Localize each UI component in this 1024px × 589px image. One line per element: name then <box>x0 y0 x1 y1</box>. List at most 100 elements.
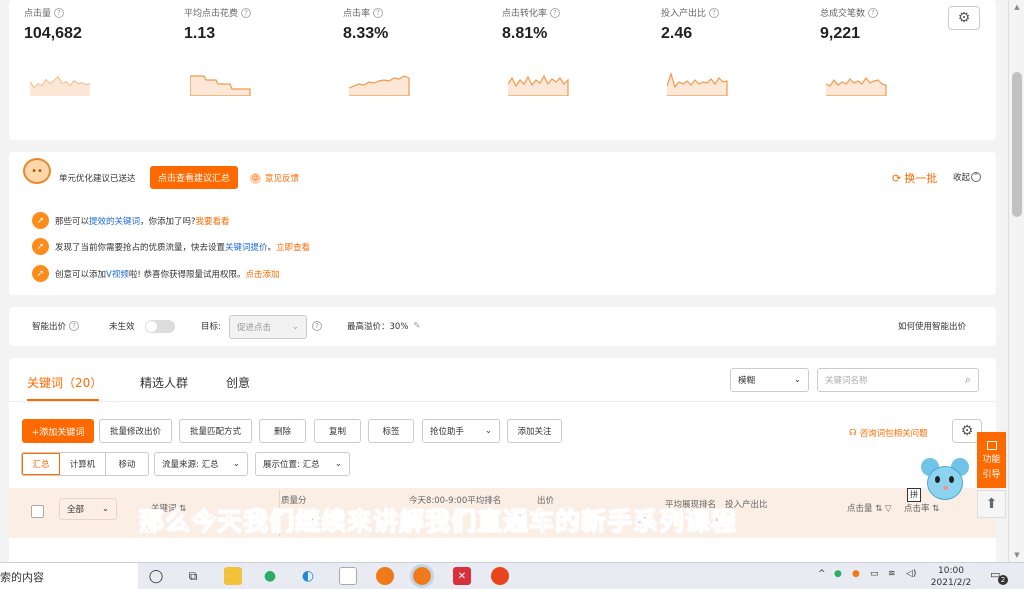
chevron-down-icon: ⌄ <box>334 459 342 469</box>
metric-roi[interactable]: 投入产出比? 2.46 <box>661 6 728 96</box>
help-icon[interactable]: ? <box>241 7 252 18</box>
batch-bid-button[interactable]: 批量修改出价 <box>99 419 172 443</box>
tip-item: ➚ 发现了当前你需要抢占的优质流量，快去设置关键词提价。立即查看 <box>32 238 310 255</box>
file-explorer-icon[interactable] <box>224 567 242 585</box>
collapse-button[interactable]: 收起 ^ <box>953 171 982 183</box>
metric-ctr[interactable]: 点击率? 8.33% <box>343 6 410 96</box>
app-orange-icon[interactable] <box>376 567 394 585</box>
faq-link[interactable]: ☊ 咨询词包相关问题 <box>849 427 928 439</box>
tray-app-icon[interactable]: ● <box>834 569 842 579</box>
add-keyword-button[interactable]: +添加关键词 <box>22 419 94 443</box>
volume-icon[interactable]: ◁) <box>906 569 916 579</box>
target-label: 目标: <box>201 322 221 332</box>
feedback-link[interactable]: ☺ 意见反馈 <box>250 172 299 184</box>
follow-button[interactable]: 添加关注 <box>507 419 562 443</box>
tip-action-link[interactable]: 立即查看 <box>276 243 310 253</box>
device-tab-pc[interactable]: 计算机 <box>60 453 106 475</box>
chevron-down-icon: ⌄ <box>232 459 240 469</box>
help-icon[interactable]: ? <box>868 7 879 18</box>
clock[interactable]: 10:00 2021/2/2 <box>930 565 972 589</box>
smart-bid-toggle[interactable] <box>145 320 175 333</box>
tip-text: 。 <box>267 242 277 253</box>
traffic-source-value: 流量来源: 汇总 <box>162 460 219 470</box>
scroll-down-arrow[interactable]: ▼ <box>1009 548 1024 562</box>
tip-action-link[interactable]: 点击添加 <box>245 270 279 280</box>
vertical-scrollbar[interactable]: ▲ ▼ <box>1008 0 1024 562</box>
document-icon[interactable] <box>339 567 357 585</box>
help-icon[interactable]: ? <box>69 321 80 331</box>
help-icon[interactable]: ? <box>312 321 322 331</box>
view-suggestions-button[interactable]: 点击查看建议汇总 <box>150 166 238 189</box>
notification-button[interactable]: ▭ 2 <box>990 568 1008 585</box>
filter-all-select[interactable]: 全部 ⌄ <box>59 498 117 520</box>
scrollbar-thumb[interactable] <box>1012 72 1022 217</box>
metric-label: 平均点击花费 <box>184 9 239 19</box>
metric-clicks[interactable]: 点击量? 104,682 <box>24 6 91 96</box>
tip-action-link[interactable]: 我要看看 <box>196 217 230 227</box>
keyword-search-input[interactable]: 关键词名称 ⌕ <box>817 368 979 392</box>
edit-pencil-icon[interactable]: ✎ <box>413 321 420 331</box>
cortana-icon[interactable]: ◯ <box>147 567 165 585</box>
rank-assistant-dropdown[interactable]: 抢位助手 ⌄ <box>422 419 500 443</box>
wechat-icon[interactable]: ● <box>261 567 279 585</box>
faq-label: 咨询词包相关问题 <box>859 429 928 439</box>
smart-bid-label: 智能出价? <box>32 320 80 332</box>
display-position-select[interactable]: 展示位置: 汇总 ⌄ <box>255 452 350 476</box>
notification-count: 2 <box>998 575 1008 585</box>
tip-highlight-link[interactable]: 关键词提价 <box>225 243 268 253</box>
windows-taskbar: 索的内容 ◯ ⧉ ● ◐ ✕ ^ ● ● ▭ ≋ ◁) 10:00 2021/2… <box>0 562 1024 589</box>
back-to-top-button[interactable]: ⬆ <box>977 490 1006 518</box>
refresh-batch-button[interactable]: ⟳ 换一批 <box>892 170 937 186</box>
help-icon[interactable]: ? <box>54 7 65 18</box>
metric-avg-cpc[interactable]: 平均点击花费? 1.13 <box>184 6 252 96</box>
tab-audience[interactable]: 精选人群 <box>140 374 188 391</box>
app-red-icon[interactable]: ✕ <box>453 567 471 585</box>
metric-cvr[interactable]: 点击转化率? 8.81% <box>502 6 569 96</box>
tray-chevron-icon[interactable]: ^ <box>818 569 826 579</box>
smart-bid-status: 未生效 <box>109 322 135 332</box>
help-icon[interactable]: ? <box>709 7 720 18</box>
device-tab-mobile[interactable]: 移动 <box>106 453 148 475</box>
battery-icon[interactable]: ▭ <box>870 569 879 579</box>
tray-orange-icon[interactable]: ● <box>852 569 860 579</box>
target-select[interactable]: 促进点击 ⌄ <box>229 315 307 339</box>
scroll-up-arrow[interactable]: ▲ <box>1009 0 1024 14</box>
taskbar-search-box[interactable]: 索的内容 <box>0 563 138 589</box>
match-type-select[interactable]: 模糊 ⌄ <box>730 368 809 392</box>
tip-highlight-link[interactable]: 提效的关键词 <box>89 217 140 227</box>
task-view-icon[interactable]: ⧉ <box>184 567 202 585</box>
search-icon[interactable]: ⌕ <box>965 373 971 387</box>
metric-orders[interactable]: 总成交笔数? 9,221 <box>820 6 887 96</box>
edge-browser-icon[interactable]: ◐ <box>299 567 317 585</box>
wifi-icon[interactable]: ≋ <box>888 569 896 579</box>
copy-button[interactable]: 复制 <box>314 419 361 443</box>
taskbar-search-text: 索的内容 <box>0 571 44 584</box>
delete-button[interactable]: 删除 <box>259 419 306 443</box>
feature-guide-button[interactable]: 功能 引导 <box>977 432 1006 488</box>
metric-label: 点击转化率 <box>502 9 548 19</box>
tag-button[interactable]: 标签 <box>368 419 414 443</box>
metric-label: 投入产出比 <box>661 9 707 19</box>
match-type-value: 模糊 <box>738 376 756 386</box>
metric-value: 2.46 <box>661 25 693 42</box>
help-icon[interactable]: ? <box>373 7 384 18</box>
tip-highlight-link[interactable]: V视频 <box>106 270 129 280</box>
th-clicks[interactable]: 点击量 ⇅ ▽ <box>847 502 892 514</box>
metric-value: 8.33% <box>343 25 389 42</box>
traffic-source-select[interactable]: 流量来源: 汇总 ⌄ <box>154 452 248 476</box>
feedback-icon: ☺ <box>250 172 261 184</box>
metric-label: 点击率 <box>343 9 371 19</box>
tab-divider <box>9 401 996 402</box>
help-icon[interactable]: ? <box>550 7 561 18</box>
tab-creative[interactable]: 创意 <box>226 374 250 391</box>
app-fox-icon[interactable] <box>491 567 509 585</box>
smart-bid-help-link[interactable]: 如何使用智能出价 <box>898 320 966 332</box>
device-tab-all[interactable]: 汇总 <box>22 453 60 475</box>
select-all-checkbox[interactable] <box>31 505 44 518</box>
settings-gear-button[interactable]: ⚙ <box>948 6 980 30</box>
tab-keywords[interactable]: 关键词（20） <box>27 374 102 391</box>
tip-item: ➚ 那些可以提效的关键词，你添加了吗?我要看看 <box>32 212 230 229</box>
app-orange-active-icon[interactable] <box>410 564 434 588</box>
metric-label: 总成交笔数 <box>820 9 866 19</box>
batch-match-button[interactable]: 批量匹配方式 <box>179 419 252 443</box>
